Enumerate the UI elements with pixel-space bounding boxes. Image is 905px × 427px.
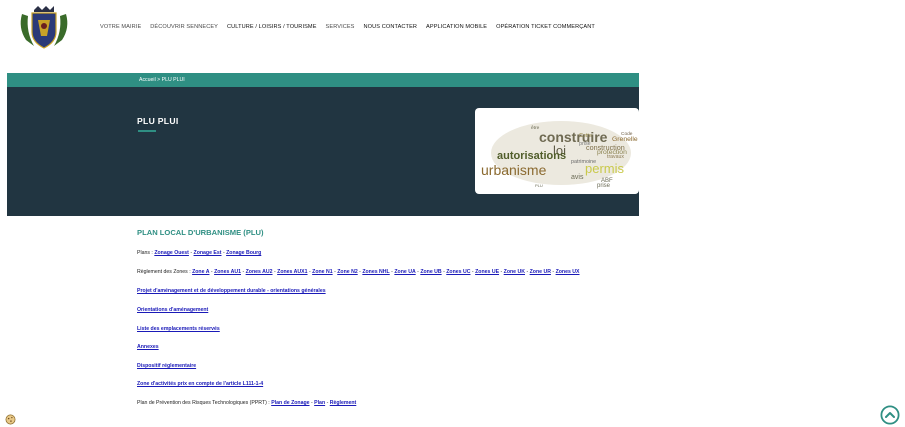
breadcrumb-bar — [7, 73, 639, 87]
title-underline — [138, 130, 156, 132]
cloud-word: avis — [571, 174, 584, 181]
plans-label: Plans : — [137, 250, 155, 256]
reglement-link[interactable]: Zone UK — [504, 269, 525, 275]
reglement-link[interactable]: Zones UX — [556, 269, 580, 275]
reglement-label: Règlement des Zones : — [137, 269, 193, 275]
document-link[interactable]: Projet d'aménagement et de développement… — [137, 288, 326, 294]
pprt-row: Plan de Prévention des Risques Technolog… — [137, 400, 356, 406]
cloud-word: urbanisme — [481, 162, 547, 178]
reglement-link[interactable]: Zone UB — [420, 269, 441, 275]
document-link[interactable]: Liste des emplacements réservés — [137, 326, 220, 332]
document-row: Zone d'activités prix en compte de l'art… — [137, 381, 263, 387]
document-link[interactable]: Orientations d'aménagement — [137, 307, 208, 313]
cloud-word: Grenelle — [612, 136, 638, 143]
document-row: Liste des emplacements réservés — [137, 326, 220, 332]
reglement-link[interactable]: Zones NHL — [362, 269, 389, 275]
pprt-label: Plan de Prévention des Risques Technolog… — [137, 400, 272, 406]
reglement-link[interactable]: Zones AU1 — [214, 269, 241, 275]
pprt-link[interactable]: Plan — [314, 400, 325, 406]
reglement-link[interactable]: Zone N2 — [337, 269, 357, 275]
reglement-link[interactable]: Zones UC — [446, 269, 470, 275]
reglement-link[interactable]: Zone UR — [530, 269, 551, 275]
plans-link[interactable]: Zonage Ouest — [154, 250, 189, 256]
plans-link[interactable]: Zonage Est — [194, 250, 222, 256]
nav-item[interactable]: SERVICES — [326, 24, 355, 30]
cloud-word: permis — [585, 161, 625, 176]
cookie-icon[interactable] — [5, 414, 16, 425]
nav-item[interactable]: APPLICATION MOBILE — [426, 24, 487, 30]
breadcrumb[interactable]: Accueil > PLU PLUI — [139, 77, 185, 83]
nav-item[interactable]: OPÉRATION TICKET COMMERÇANT — [496, 24, 595, 30]
town-crest-logo[interactable] — [16, 6, 72, 50]
reglement-link[interactable]: Zones UE — [475, 269, 499, 275]
reglement-row: Règlement des Zones : Zone A - Zones AU1… — [137, 269, 580, 275]
nav-item[interactable]: DÉCOUVRIR SENNECEY — [150, 24, 218, 30]
reglement-link[interactable]: Zone A — [192, 269, 209, 275]
section-title: PLAN LOCAL D'URBANISME (PLU) — [137, 228, 264, 237]
document-link[interactable]: Zone d'activités prix en compte de l'art… — [137, 381, 263, 387]
document-row: Orientations d'aménagement — [137, 307, 208, 313]
nav-item[interactable]: CULTURE / LOISIRS / TOURISME — [227, 24, 317, 30]
pprt-link[interactable]: Règlement — [330, 400, 357, 406]
plans-link[interactable]: Zonage Bourg — [226, 250, 261, 256]
document-row: Annexes — [137, 344, 159, 350]
document-row: Projet d'aménagement et de développement… — [137, 288, 326, 294]
cloud-word: autorisations — [497, 150, 566, 162]
nav-item[interactable]: VOTRE MAIRIE — [100, 24, 141, 30]
plans-row: Plans : Zonage Ouest - Zonage Est - Zona… — [137, 250, 261, 256]
cloud-word: prise — [597, 183, 611, 189]
site-header: VOTRE MAIRIE DÉCOUVRIR SENNECEY CULTURE / … — [0, 0, 905, 60]
reglement-link[interactable]: Zones AU2 — [246, 269, 273, 275]
document-row: Dispositif réglementaire — [137, 363, 196, 369]
document-link[interactable]: Annexes — [137, 344, 159, 350]
wordcloud-image: être Code Cette construire Grenelle pris… — [475, 108, 639, 194]
pprt-link[interactable]: Plan de Zonage — [271, 400, 309, 406]
cloud-word: PLU — [535, 183, 543, 188]
document-link[interactable]: Dispositif réglementaire — [137, 363, 196, 369]
page-title: PLU PLUI — [137, 116, 179, 126]
nav-item[interactable]: NOUS CONTACTER — [364, 24, 418, 30]
main-nav: VOTRE MAIRIE DÉCOUVRIR SENNECEY CULTURE / … — [100, 24, 604, 30]
reglement-link[interactable]: Zone UA — [394, 269, 415, 275]
cloud-word: travaux — [607, 154, 624, 160]
reglement-link[interactable]: Zones AUX1 — [277, 269, 307, 275]
scroll-to-top-icon[interactable] — [880, 405, 900, 425]
reglement-link[interactable]: Zone N1 — [312, 269, 332, 275]
